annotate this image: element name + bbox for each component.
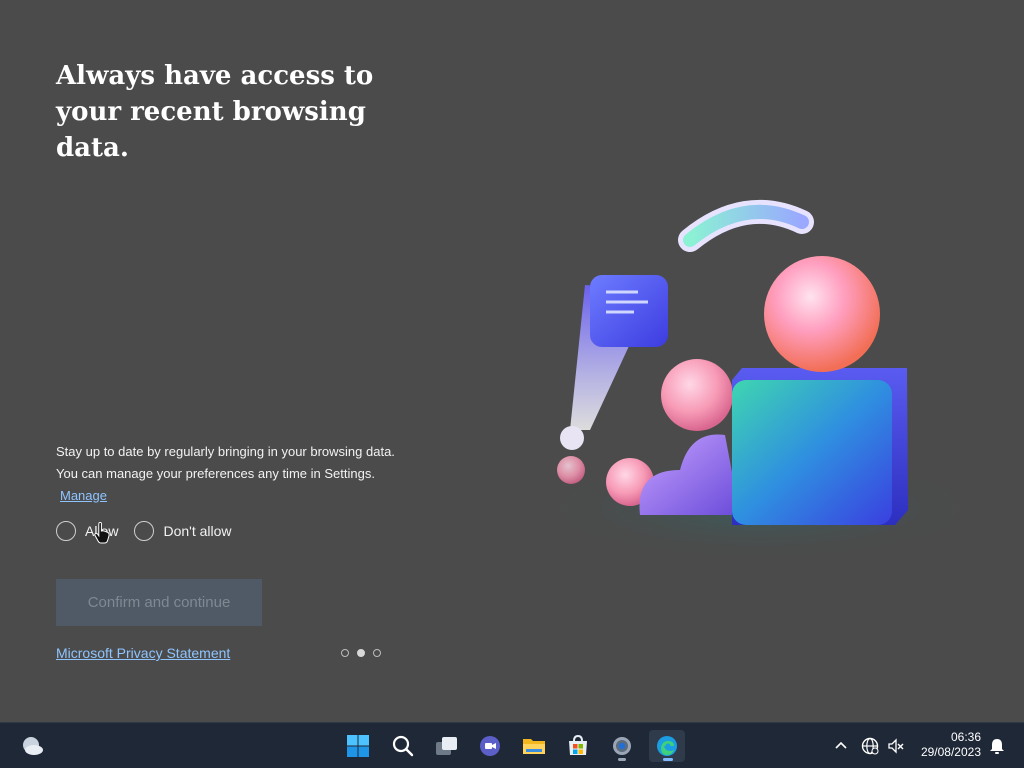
description-text: Stay up to date by regularly bringing in… — [56, 441, 401, 507]
running-indicator — [618, 758, 626, 761]
page-dot-2-current — [357, 649, 365, 657]
allow-radio[interactable] — [56, 521, 76, 541]
system-clock[interactable]: 06:36 29/08/2023 — [921, 730, 981, 760]
tray-overflow-icon[interactable] — [832, 723, 850, 768]
settings-icon[interactable] — [606, 730, 638, 762]
task-view-icon[interactable] — [431, 730, 463, 762]
microsoft-store-icon[interactable] — [562, 730, 594, 762]
network-globe-icon[interactable] — [860, 723, 880, 768]
file-explorer-icon[interactable] — [518, 730, 550, 762]
dont-allow-label: Don't allow — [163, 523, 232, 539]
consent-radio-group: Allow Don't allow — [56, 521, 232, 541]
dont-allow-option[interactable]: Don't allow — [134, 521, 232, 541]
sync-illustration — [530, 200, 980, 560]
volume-muted-icon[interactable] — [886, 723, 906, 768]
search-icon[interactable] — [387, 730, 419, 762]
teams-chat-icon[interactable] — [474, 730, 506, 762]
privacy-statement-link[interactable]: Microsoft Privacy Statement — [56, 645, 230, 661]
manage-link[interactable]: Manage — [60, 488, 107, 503]
active-indicator — [663, 758, 673, 761]
clock-time: 06:36 — [950, 730, 981, 744]
page-indicator — [341, 649, 381, 657]
start-icon[interactable] — [342, 730, 374, 762]
hand-cursor-icon — [94, 522, 110, 544]
page-dot-1 — [341, 649, 349, 657]
notifications-icon[interactable] — [987, 723, 1007, 768]
clock-date: 29/08/2023 — [920, 745, 981, 759]
taskbar: 06:36 29/08/2023 — [0, 722, 1024, 768]
dont-allow-radio[interactable] — [134, 521, 155, 541]
description-body: Stay up to date by regularly bringing in… — [56, 444, 395, 481]
page-title: Always have access to your recent browsi… — [56, 61, 374, 163]
weather-icon[interactable] — [16, 730, 48, 762]
edge-icon[interactable] — [649, 730, 685, 762]
page-dot-3 — [373, 649, 381, 657]
oobe-page: Always have access to your recent browsi… — [0, 0, 1024, 722]
confirm-continue-button[interactable]: Confirm and continue — [56, 579, 262, 626]
